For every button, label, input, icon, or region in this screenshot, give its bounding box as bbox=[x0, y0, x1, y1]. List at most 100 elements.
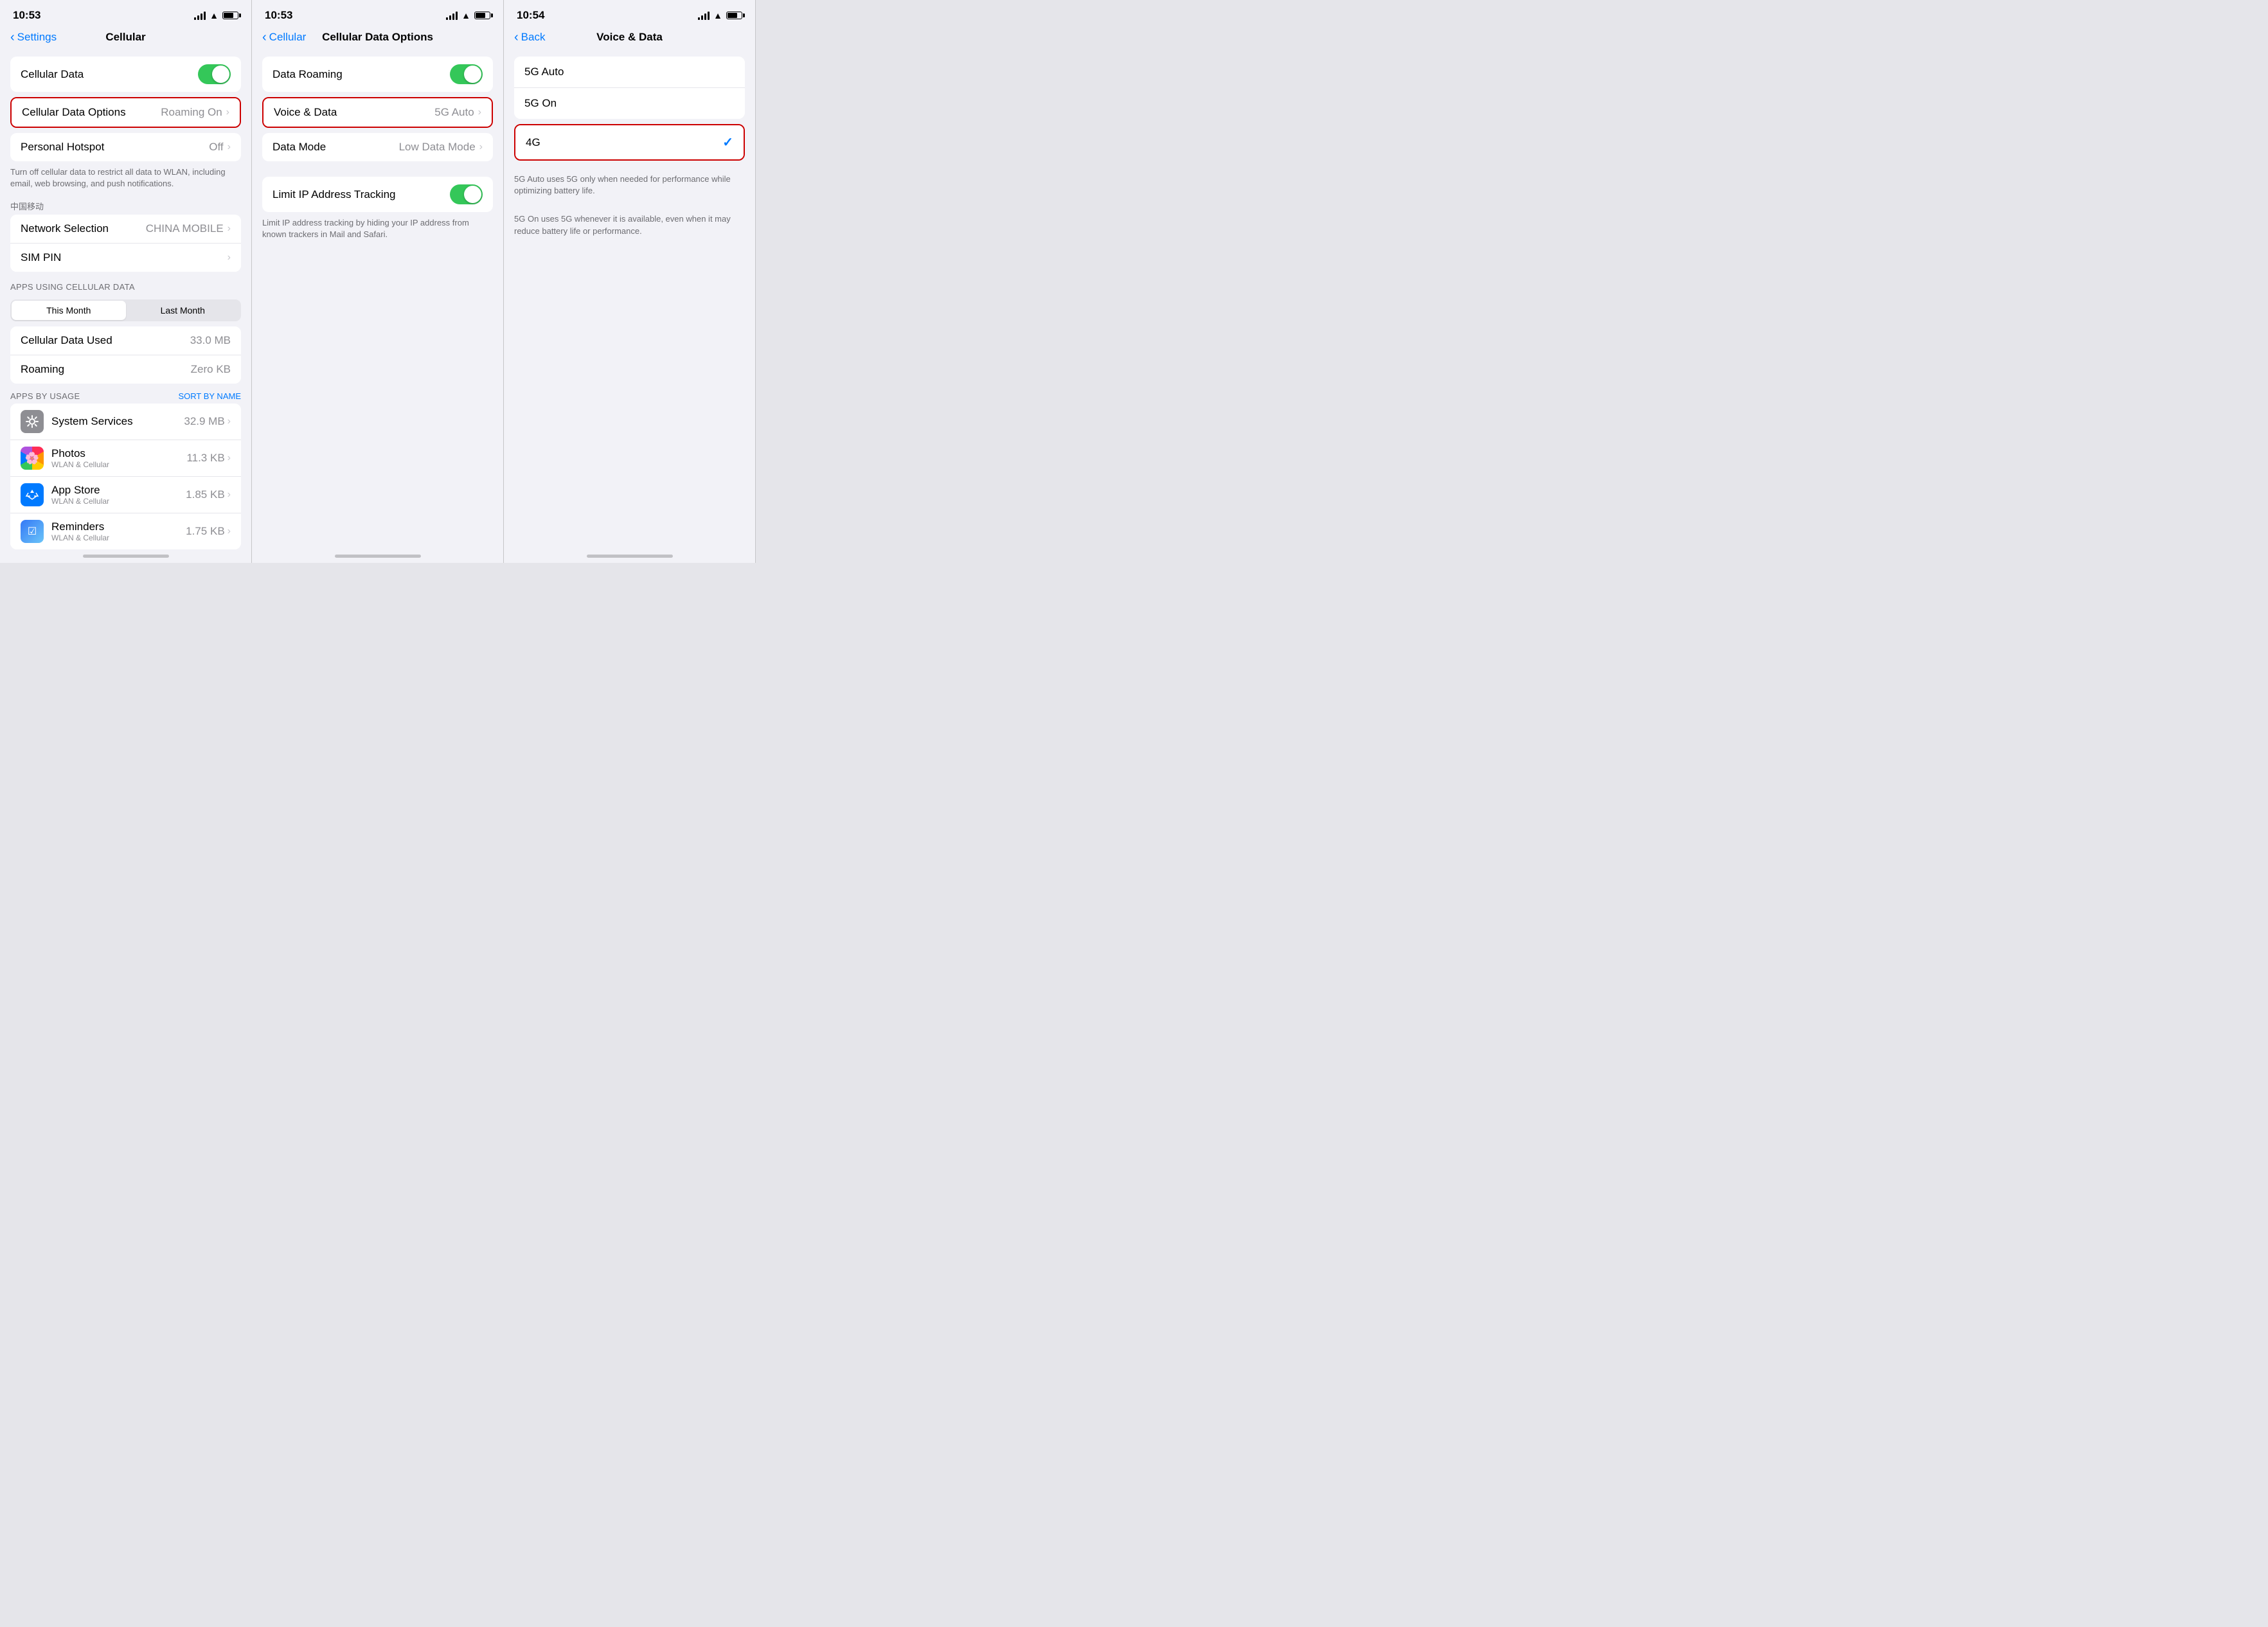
status-bar-3: 10:54 ▲ bbox=[504, 0, 755, 26]
5g-auto-row[interactable]: 5G Auto bbox=[514, 57, 745, 88]
network-options-top: 5G Auto 5G On bbox=[514, 57, 745, 119]
back-button-1[interactable]: ‹ Settings bbox=[10, 31, 57, 44]
system-services-icon bbox=[21, 410, 44, 433]
5g-auto-label: 5G Auto bbox=[524, 66, 564, 78]
battery-icon-1 bbox=[222, 12, 238, 19]
personal-hotspot-section: Personal Hotspot Off › bbox=[10, 133, 241, 161]
cellular-data-section: Cellular Data bbox=[10, 57, 241, 92]
app-store-name: App Store bbox=[51, 484, 186, 497]
data-mode-row[interactable]: Data Mode Low Data Mode › bbox=[262, 133, 493, 161]
data-roaming-toggle[interactable] bbox=[450, 64, 483, 84]
battery-icon-3 bbox=[726, 12, 742, 19]
chevron-right-hotspot: › bbox=[228, 141, 231, 153]
back-button-3[interactable]: ‹ Back bbox=[514, 31, 545, 44]
5g-on-label: 5G On bbox=[524, 97, 557, 110]
chevron-left-icon-2: ‹ bbox=[262, 31, 267, 44]
back-label-1: Settings bbox=[17, 31, 57, 44]
status-icons-1: ▲ bbox=[194, 10, 238, 21]
status-bar-2: 10:53 ▲ bbox=[252, 0, 503, 26]
data-mode-section: Data Mode Low Data Mode › bbox=[262, 133, 493, 161]
nav-bar-1: ‹ Settings Cellular bbox=[0, 26, 251, 51]
month-segment[interactable]: This Month Last Month bbox=[10, 299, 241, 321]
apps-using-label: APPS USING CELLULAR DATA bbox=[0, 277, 251, 294]
roaming-label: Roaming bbox=[21, 363, 64, 376]
content-1: Cellular Data Cellular Data Options Roam… bbox=[0, 51, 251, 549]
voice-data-row[interactable]: Voice & Data 5G Auto › bbox=[263, 98, 492, 127]
apps-section: APPS USING CELLULAR DATA This Month Last… bbox=[0, 277, 251, 549]
chevron-left-icon-1: ‹ bbox=[10, 31, 15, 44]
chevron-right-icon: › bbox=[226, 107, 229, 118]
4g-highlighted[interactable]: 4G ✓ bbox=[514, 124, 745, 161]
limit-ip-row[interactable]: Limit IP Address Tracking bbox=[262, 177, 493, 212]
limit-ip-label: Limit IP Address Tracking bbox=[272, 188, 396, 201]
system-services-name: System Services bbox=[51, 415, 184, 428]
photos-subtitle: WLAN & Cellular bbox=[51, 460, 186, 469]
roaming-value: Zero KB bbox=[191, 363, 231, 376]
apps-by-usage-header: APPS BY USAGE SORT BY NAME bbox=[0, 386, 251, 404]
cellular-data-options-row[interactable]: Cellular Data Options Roaming On › bbox=[12, 98, 240, 127]
back-button-2[interactable]: ‹ Cellular bbox=[262, 31, 306, 44]
time-2: 10:53 bbox=[265, 9, 292, 22]
data-roaming-section: Data Roaming bbox=[262, 57, 493, 92]
reminders-icon: ☑ bbox=[21, 520, 44, 543]
reminders-size: 1.75 KB › bbox=[186, 525, 231, 538]
personal-hotspot-label: Personal Hotspot bbox=[21, 141, 104, 154]
home-indicator-2 bbox=[335, 555, 421, 558]
limit-ip-description: Limit IP address tracking by hiding your… bbox=[252, 212, 503, 245]
5g-auto-note: 5G Auto uses 5G only when needed for per… bbox=[504, 168, 755, 202]
carrier-section: Network Selection CHINA MOBILE › SIM PIN… bbox=[10, 215, 241, 272]
time-3: 10:54 bbox=[517, 9, 544, 22]
chevron-right-sim: › bbox=[228, 252, 231, 263]
system-services-row[interactable]: System Services 32.9 MB › bbox=[10, 404, 241, 440]
reminders-row[interactable]: ☑ Reminders WLAN & Cellular 1.75 KB › bbox=[10, 513, 241, 549]
back-label-3: Back bbox=[521, 31, 546, 44]
4g-row[interactable]: 4G ✓ bbox=[515, 125, 744, 159]
personal-hotspot-value: Off › bbox=[209, 141, 231, 154]
system-services-size: 32.9 MB › bbox=[184, 415, 231, 428]
signal-icon-1 bbox=[194, 11, 206, 20]
screen-cellular: 10:53 ▲ ‹ Settings Cellular bbox=[0, 0, 252, 563]
photos-row[interactable]: 🌸 Photos WLAN & Cellular 11.3 KB › bbox=[10, 440, 241, 477]
limit-ip-section: Limit IP Address Tracking bbox=[262, 177, 493, 212]
photos-name: Photos bbox=[51, 447, 186, 460]
cellular-data-row[interactable]: Cellular Data bbox=[10, 57, 241, 92]
roaming-row: Roaming Zero KB bbox=[10, 355, 241, 384]
cellular-data-options-value: Roaming On › bbox=[161, 106, 229, 119]
status-icons-3: ▲ bbox=[698, 10, 742, 21]
chevron-right-voice: › bbox=[478, 107, 481, 118]
cellular-used-value: 33.0 MB bbox=[190, 334, 231, 347]
photos-size: 11.3 KB › bbox=[186, 452, 231, 465]
nav-title-1: Cellular bbox=[105, 31, 145, 44]
home-indicator-3 bbox=[587, 555, 673, 558]
network-selection-row[interactable]: Network Selection CHINA MOBILE › bbox=[10, 215, 241, 244]
stats-section: Cellular Data Used 33.0 MB Roaming Zero … bbox=[10, 326, 241, 384]
app-list: System Services 32.9 MB › 🌸 Photos WLAN … bbox=[10, 404, 241, 549]
sim-pin-row[interactable]: SIM PIN › bbox=[10, 244, 241, 272]
cellular-data-options-highlighted[interactable]: Cellular Data Options Roaming On › bbox=[10, 97, 241, 128]
data-roaming-row[interactable]: Data Roaming bbox=[262, 57, 493, 92]
chevron-left-icon-3: ‹ bbox=[514, 31, 519, 44]
app-store-subtitle: WLAN & Cellular bbox=[51, 497, 186, 506]
voice-data-highlighted[interactable]: Voice & Data 5G Auto › bbox=[262, 97, 493, 128]
cellular-used-label: Cellular Data Used bbox=[21, 334, 112, 347]
apps-by-usage-label: APPS BY USAGE bbox=[10, 391, 80, 401]
photos-icon: 🌸 bbox=[21, 447, 44, 470]
app-store-row[interactable]: App Store WLAN & Cellular 1.85 KB › bbox=[10, 477, 241, 513]
cellular-data-label: Cellular Data bbox=[21, 68, 84, 81]
chevron-right-data-mode: › bbox=[479, 141, 483, 153]
status-bar-1: 10:53 ▲ bbox=[0, 0, 251, 26]
signal-icon-3 bbox=[698, 11, 710, 20]
last-month-btn[interactable]: Last Month bbox=[126, 301, 240, 320]
personal-hotspot-row[interactable]: Personal Hotspot Off › bbox=[10, 133, 241, 161]
voice-data-label: Voice & Data bbox=[274, 106, 337, 119]
sort-by-name-btn[interactable]: SORT BY NAME bbox=[178, 391, 241, 401]
screen-cellular-data-options: 10:53 ▲ ‹ Cellular Cellular Data Options bbox=[252, 0, 504, 563]
5g-on-row[interactable]: 5G On bbox=[514, 88, 745, 119]
nav-bar-2: ‹ Cellular Cellular Data Options bbox=[252, 26, 503, 51]
this-month-btn[interactable]: This Month bbox=[12, 301, 126, 320]
screen-voice-data: 10:54 ▲ ‹ Back Voice & Data bbox=[504, 0, 756, 563]
limit-ip-toggle[interactable] bbox=[450, 184, 483, 204]
reminders-name: Reminders bbox=[51, 520, 186, 533]
voice-data-value: 5G Auto › bbox=[434, 106, 481, 119]
cellular-data-toggle[interactable] bbox=[198, 64, 231, 84]
